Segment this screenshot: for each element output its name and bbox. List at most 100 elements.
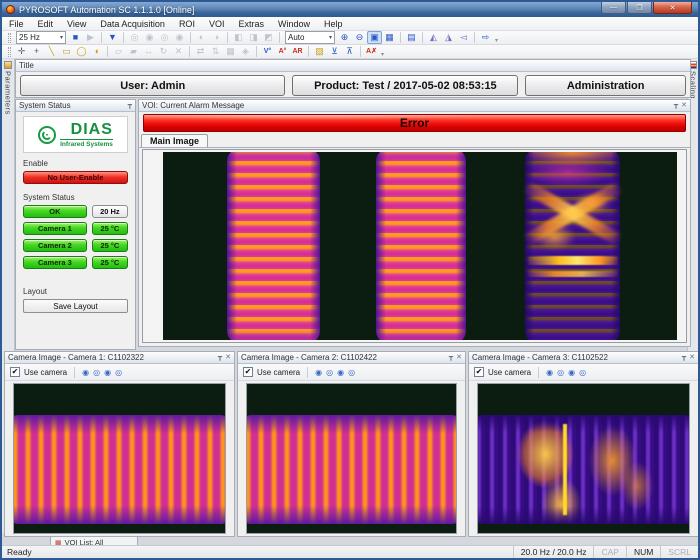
sidebar-tab-parameters[interactable]: Parameters [2,59,14,115]
camera-gain2-icon[interactable]: ◉ [104,368,111,377]
menu-roi[interactable]: ROI [172,17,202,30]
select-icon[interactable]: ✛ [14,45,29,58]
tab-main-image[interactable]: Main Image [141,134,208,147]
acquire-icon-4[interactable]: ◉ [172,31,187,44]
close-icon[interactable]: ✕ [681,102,687,109]
draw-ellipse-icon[interactable]: ◯ [74,45,89,58]
menu-edit[interactable]: Edit [31,17,61,30]
full-image-icon[interactable]: ▦ [382,31,397,44]
pin-icon[interactable]: ┳ [449,354,453,361]
status-camera1-button[interactable]: Camera 1 [23,222,87,235]
roi-values-icon[interactable]: A° [275,45,290,58]
camera-offset2-icon[interactable]: ◎ [348,368,355,377]
play-icon[interactable]: ▶ [83,31,98,44]
camera-offset2-icon[interactable]: ◎ [115,368,122,377]
stop-icon[interactable]: ■ [68,31,83,44]
zoom-out-icon[interactable]: ⊖ [352,31,367,44]
iso-view-icon-1[interactable]: ◭ [426,31,441,44]
frequency-combo[interactable]: 25 Hz▾ [16,31,66,44]
menu-extras[interactable]: Extras [231,17,271,30]
camera-gain2-icon[interactable]: ◉ [568,368,575,377]
pin-icon[interactable]: ┳ [128,102,132,109]
zoom-in-icon[interactable]: ⊕ [337,31,352,44]
iso-view-icon-3[interactable]: ◅ [456,31,471,44]
acquire-icon-2[interactable]: ◉ [142,31,157,44]
camera1-thermal-image[interactable] [13,383,226,534]
assign-roi-icon[interactable]: ⊼ [342,45,357,58]
status-camera3-button[interactable]: Camera 3 [23,256,87,269]
save-layout-button[interactable]: Save Layout [23,299,128,313]
roi-area-icon[interactable]: AR [290,45,305,58]
toolbar-overflow-icon[interactable]: ▾ [495,37,498,44]
correction-icon-1[interactable]: ◐ [194,31,209,44]
mirror-v-icon[interactable]: ⇅ [208,45,223,58]
maximize-button[interactable]: ❐ [627,2,652,14]
reference-icon-3[interactable]: ◩ [261,31,276,44]
use-camera-checkbox[interactable]: ✔ [474,367,484,377]
camera-gain2-icon[interactable]: ◉ [337,368,344,377]
camera-offset2-icon[interactable]: ◎ [579,368,586,377]
main-thermal-image[interactable] [163,152,677,340]
toolbar-grip[interactable] [8,47,11,57]
lock-icon[interactable]: ◈ [238,45,253,58]
reference-icon-1[interactable]: ◧ [231,31,246,44]
status-camera2-button[interactable]: Camera 2 [23,239,87,252]
status-frequency-button[interactable]: 20 Hz [92,205,128,218]
snap-icon[interactable]: ▦ [223,45,238,58]
menu-window[interactable]: Window [271,17,317,30]
copy-icon[interactable]: ▱ [111,45,126,58]
toolbar-overflow-icon[interactable]: ▾ [381,51,384,58]
menu-data-acquisition[interactable]: Data Acquisition [93,17,172,30]
pin-icon[interactable]: ┳ [218,354,222,361]
export-icon[interactable]: ⇨ [478,31,493,44]
correction-icon-2[interactable]: ◑ [209,31,224,44]
camera-offset-icon[interactable]: ◎ [557,368,564,377]
close-icon[interactable]: ✕ [689,354,695,361]
acquire-icon-3[interactable]: ◎ [157,31,172,44]
zoom-mode-combo[interactable]: Auto▾ [285,31,335,44]
filter-icon[interactable]: ▼ [105,31,120,44]
status-ok-button[interactable]: OK [23,205,87,218]
camera-gain-icon[interactable]: ◉ [82,368,89,377]
user-button[interactable]: User: Admin [20,75,285,96]
user-enable-status-button[interactable]: No User-Enable [23,171,128,184]
use-camera-checkbox[interactable]: ✔ [10,367,20,377]
product-button[interactable]: Product: Test / 2017-05-02 08:53:15 [292,75,518,96]
status-camera1-temp[interactable]: 25 °C [92,222,128,235]
paste-icon[interactable]: ▰ [126,45,141,58]
add-point-icon[interactable]: + [29,45,44,58]
delete-icon[interactable]: ✕ [171,45,186,58]
mirror-h-icon[interactable]: ⇄ [193,45,208,58]
move-icon[interactable]: ↔ [141,45,156,58]
acquire-icon-1[interactable]: ◎ [127,31,142,44]
use-camera-checkbox[interactable]: ✔ [243,367,253,377]
menu-help[interactable]: Help [317,17,350,30]
camera-offset-icon[interactable]: ◎ [93,368,100,377]
minimize-button[interactable]: — [601,2,626,14]
draw-line-icon[interactable]: ╲ [44,45,59,58]
close-icon[interactable]: ✕ [225,354,231,361]
voi-values-icon[interactable]: V° [260,45,275,58]
camera-gain-icon[interactable]: ◉ [315,368,322,377]
draw-rect-icon[interactable]: ▭ [59,45,74,58]
iso-view-icon-2[interactable]: ◮ [441,31,456,44]
menu-file[interactable]: File [2,17,31,30]
close-button[interactable]: ✕ [653,2,692,14]
fit-window-icon[interactable]: ▣ [367,31,382,44]
clear-assign-icon[interactable]: A✗ [364,45,379,58]
pin-icon[interactable]: ┳ [682,354,686,361]
status-camera3-temp[interactable]: 25 °C [92,256,128,269]
administration-button[interactable]: Administration [525,75,686,96]
camera3-thermal-image[interactable] [477,383,690,534]
tile-view-icon[interactable]: ▤ [404,31,419,44]
toolbar-grip[interactable] [8,33,11,43]
draw-polygon-icon[interactable]: ◖ [89,45,104,58]
menu-voi[interactable]: VOI [202,17,232,30]
camera2-thermal-image[interactable] [246,383,457,534]
rotate-icon[interactable]: ↻ [156,45,171,58]
camera-gain-icon[interactable]: ◉ [546,368,553,377]
close-icon[interactable]: ✕ [456,354,462,361]
status-camera2-temp[interactable]: 25 °C [92,239,128,252]
palette-icon[interactable]: ▨ [312,45,327,58]
reference-icon-2[interactable]: ◨ [246,31,261,44]
